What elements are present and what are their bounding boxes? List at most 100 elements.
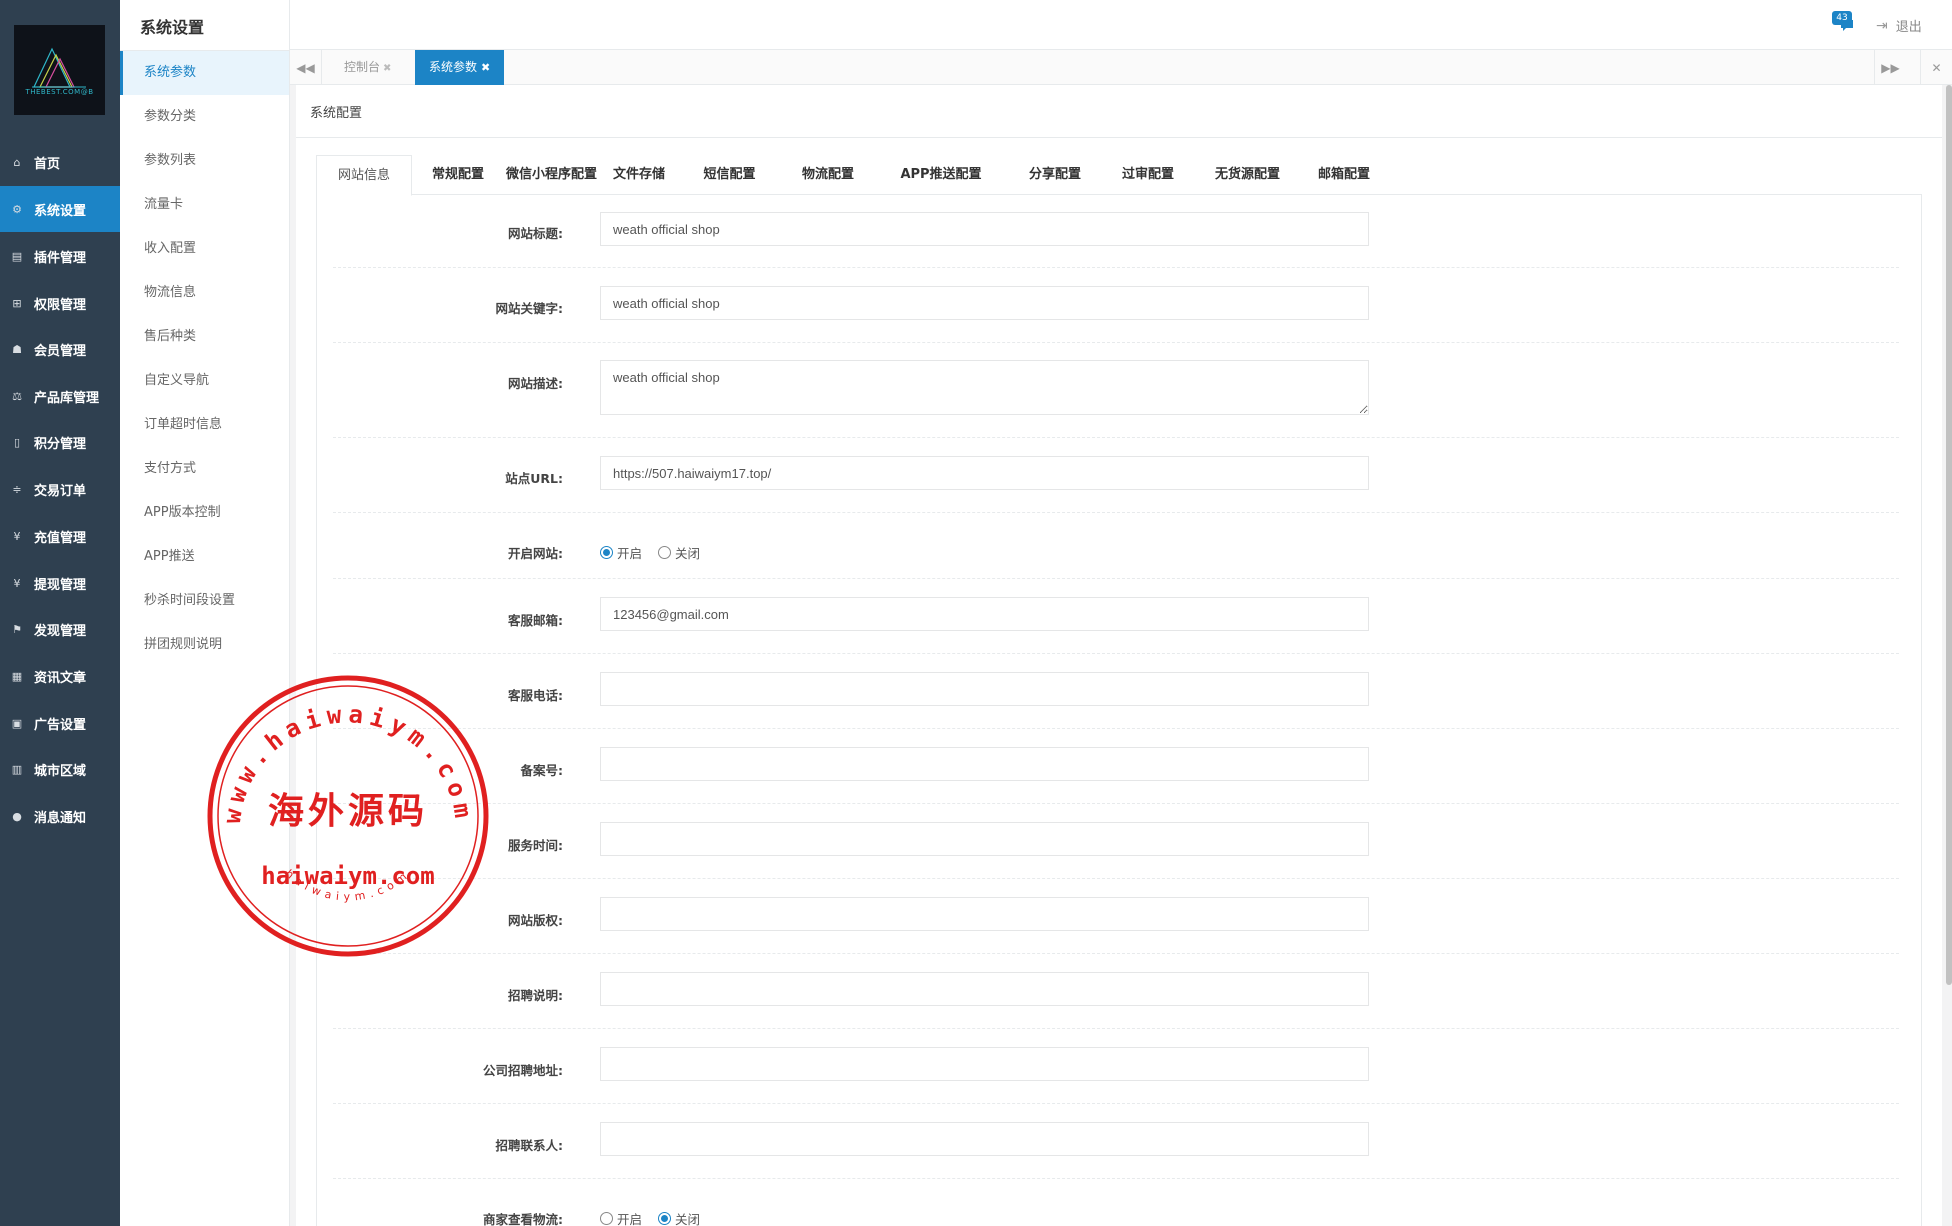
submenu-item-8[interactable]: 订单超时信息 — [120, 403, 289, 447]
nav-item-14[interactable]: ● 消息通知 — [0, 793, 120, 839]
submenu-item-4[interactable]: 收入配置 — [120, 227, 289, 271]
recruit-contact-label: 招聘联系人: — [495, 1138, 564, 1153]
top-bar: 43 ⇥ 退出 — [290, 0, 1952, 50]
nav-item-6[interactable]: ▯ 积分管理 — [0, 419, 120, 465]
service-email-input[interactable] — [600, 597, 1369, 631]
main-content: 系统配置 网站信息 常规配置 微信小程序配置 文件存储 短信配置 物流配置 APP推送配置分… — [296, 85, 1942, 1226]
nav-item-12[interactable]: ▣ 广告设置 — [0, 700, 120, 746]
submenu-item-0[interactable]: 系统参数 — [120, 51, 289, 95]
form-row-merchant-logistics: 商家查看物流: 开启 关闭 — [333, 1179, 1899, 1226]
recruit-contact-input[interactable] — [600, 1122, 1369, 1156]
main-sidebar: THEBEST.COM@B ⌂ 首页 ⚙ 系统设置 ▤ 插件管理 ⊞ 权限管理 ☗ 会员管理 ⚖ 产品… — [0, 0, 120, 1226]
logout-button[interactable]: ⇥ 退出 — [1876, 16, 1922, 36]
submenu-item-3[interactable]: 流量卡 — [120, 183, 289, 227]
merchant-logistics-off-radio[interactable]: 关闭 — [658, 1209, 700, 1226]
form-row-recruit-addr: 公司招聘地址: — [333, 1029, 1899, 1104]
site-open-on-radio[interactable]: 开启 — [600, 543, 642, 562]
service-phone-input[interactable] — [600, 672, 1369, 706]
users-icon: ☗ — [12, 342, 22, 356]
site-open-off-label: 关闭 — [675, 546, 701, 561]
config-tab-7[interactable]: 分享配置 — [1006, 155, 1104, 195]
submenu-item-7[interactable]: 自定义导航 — [120, 359, 289, 403]
form-row-site-keywords: 网站关键字: — [333, 268, 1899, 343]
icp-input[interactable] — [600, 747, 1369, 781]
scroll-tabs-right-button[interactable]: ▶▶ — [1874, 50, 1906, 85]
page-title: 系统配置 — [310, 106, 363, 121]
nav-item-label: 充值管理 — [34, 530, 87, 546]
submenu-item-2[interactable]: 参数列表 — [120, 139, 289, 183]
brand-logo[interactable]: THEBEST.COM@B — [14, 25, 105, 115]
submenu-item-6[interactable]: 售后种类 — [120, 315, 289, 359]
close-all-tabs-button[interactable]: ✕ — [1920, 50, 1952, 85]
nav-item-label: 首页 — [34, 156, 61, 172]
config-tab-6[interactable]: APP推送配置 — [876, 155, 1006, 195]
recruit-addr-input[interactable] — [600, 1047, 1369, 1081]
nav-item-3[interactable]: ⊞ 权限管理 — [0, 280, 120, 326]
money-icon: ≑ — [12, 482, 22, 496]
nav-item-4[interactable]: ☗ 会员管理 — [0, 326, 120, 372]
submenu-item-11[interactable]: APP推送 — [120, 535, 289, 579]
flag-icon: ⚑ — [12, 622, 22, 636]
recruit-addr-label: 公司招聘地址: — [483, 1063, 563, 1078]
nav-item-2[interactable]: ▤ 插件管理 — [0, 233, 120, 279]
config-tab-4[interactable]: 短信配置 — [679, 155, 780, 195]
config-tab-8[interactable]: 过审配置 — [1104, 155, 1192, 195]
submenu-item-5[interactable]: 物流信息 — [120, 271, 289, 315]
site-open-off-radio[interactable]: 关闭 — [658, 543, 700, 562]
page-scrollbar[interactable] — [1946, 85, 1952, 985]
site-keywords-input[interactable] — [600, 286, 1369, 320]
config-tab-1[interactable]: 常规配置 — [412, 155, 504, 195]
nav-item-label: 产品库管理 — [34, 390, 100, 406]
scroll-tabs-left-button[interactable]: ◀◀ — [290, 50, 322, 85]
site-desc-textarea[interactable]: weath official shop — [600, 360, 1369, 415]
config-tabs: 网站信息 常规配置 微信小程序配置 文件存储 短信配置 物流配置 APP推送配置 分享配置 过审… — [316, 155, 1922, 196]
submenu-item-13[interactable]: 拼团规则说明 — [120, 623, 289, 667]
close-icon[interactable]: ✖ — [481, 61, 490, 74]
nav-item-label: 会员管理 — [34, 343, 87, 359]
submenu-item-12[interactable]: 秒杀时间段设置 — [120, 579, 289, 623]
nav-item-0[interactable]: ⌂ 首页 — [0, 139, 120, 185]
config-tab-10[interactable]: 邮箱配置 — [1303, 155, 1385, 195]
tab-console[interactable]: 控制台 ✖ — [330, 50, 405, 85]
page-tab-bar: ◀◀ 控制台 ✖ 系统参数 ✖ ▶▶ ✕ — [290, 50, 1952, 85]
site-url-label: 站点URL: — [505, 471, 563, 486]
nav-item-label: 插件管理 — [34, 250, 87, 266]
radio-checked-icon — [600, 546, 613, 559]
submenu-item-1[interactable]: 参数分类 — [120, 95, 289, 139]
config-tab-0[interactable]: 网站信息 — [316, 155, 412, 196]
merchant-logistics-on-radio[interactable]: 开启 — [600, 1209, 642, 1226]
submenu-item-9[interactable]: 支付方式 — [120, 447, 289, 491]
config-tab-3[interactable]: 文件存储 — [599, 155, 679, 195]
merchant-logistics-off-label: 关闭 — [675, 1212, 701, 1226]
newspaper-icon: ▦ — [11, 669, 23, 683]
service-time-input[interactable] — [600, 822, 1369, 856]
yen-icon: ¥ — [13, 529, 21, 543]
tab-system-params-label: 系统参数 — [429, 60, 478, 74]
nav-item-5[interactable]: ⚖ 产品库管理 — [0, 373, 120, 419]
nav-item-8[interactable]: ¥ 充值管理 — [0, 513, 120, 559]
config-tab-2[interactable]: 微信小程序配置 — [504, 155, 599, 195]
form-row-icp: 备案号: — [333, 729, 1899, 804]
config-tab-5[interactable]: 物流配置 — [780, 155, 876, 195]
recruit-desc-input[interactable] — [600, 972, 1369, 1006]
nav-item-1[interactable]: ⚙ 系统设置 — [0, 186, 120, 232]
nav-item-9[interactable]: ¥ 提现管理 — [0, 560, 120, 606]
site-url-input[interactable] — [600, 456, 1369, 490]
stamp-center-text: 海外源码 — [268, 790, 428, 832]
config-tab-9[interactable]: 无货源配置 — [1192, 155, 1303, 195]
sign-out-icon: ⇥ — [1876, 17, 1888, 34]
nav-item-10[interactable]: ⚑ 发现管理 — [0, 606, 120, 652]
close-icon[interactable]: ✖ — [383, 63, 391, 74]
site-title-input[interactable] — [600, 212, 1369, 246]
nav-item-11[interactable]: ▦ 资讯文章 — [0, 653, 120, 699]
nav-item-13[interactable]: ▥ 城市区域 — [0, 746, 120, 792]
copyright-input[interactable] — [600, 897, 1369, 931]
merchant-logistics-on-label: 开启 — [617, 1212, 643, 1226]
balance-icon: ⚖ — [12, 389, 22, 403]
form-row-service-phone: 客服电话: — [333, 654, 1899, 729]
tab-system-params[interactable]: 系统参数 ✖ — [415, 50, 505, 85]
nav-item-7[interactable]: ≑ 交易订单 — [0, 466, 120, 512]
map-icon: ▥ — [11, 762, 23, 776]
submenu-item-10[interactable]: APP版本控制 — [120, 491, 289, 535]
form-row-copyright: 网站版权: — [333, 879, 1899, 954]
